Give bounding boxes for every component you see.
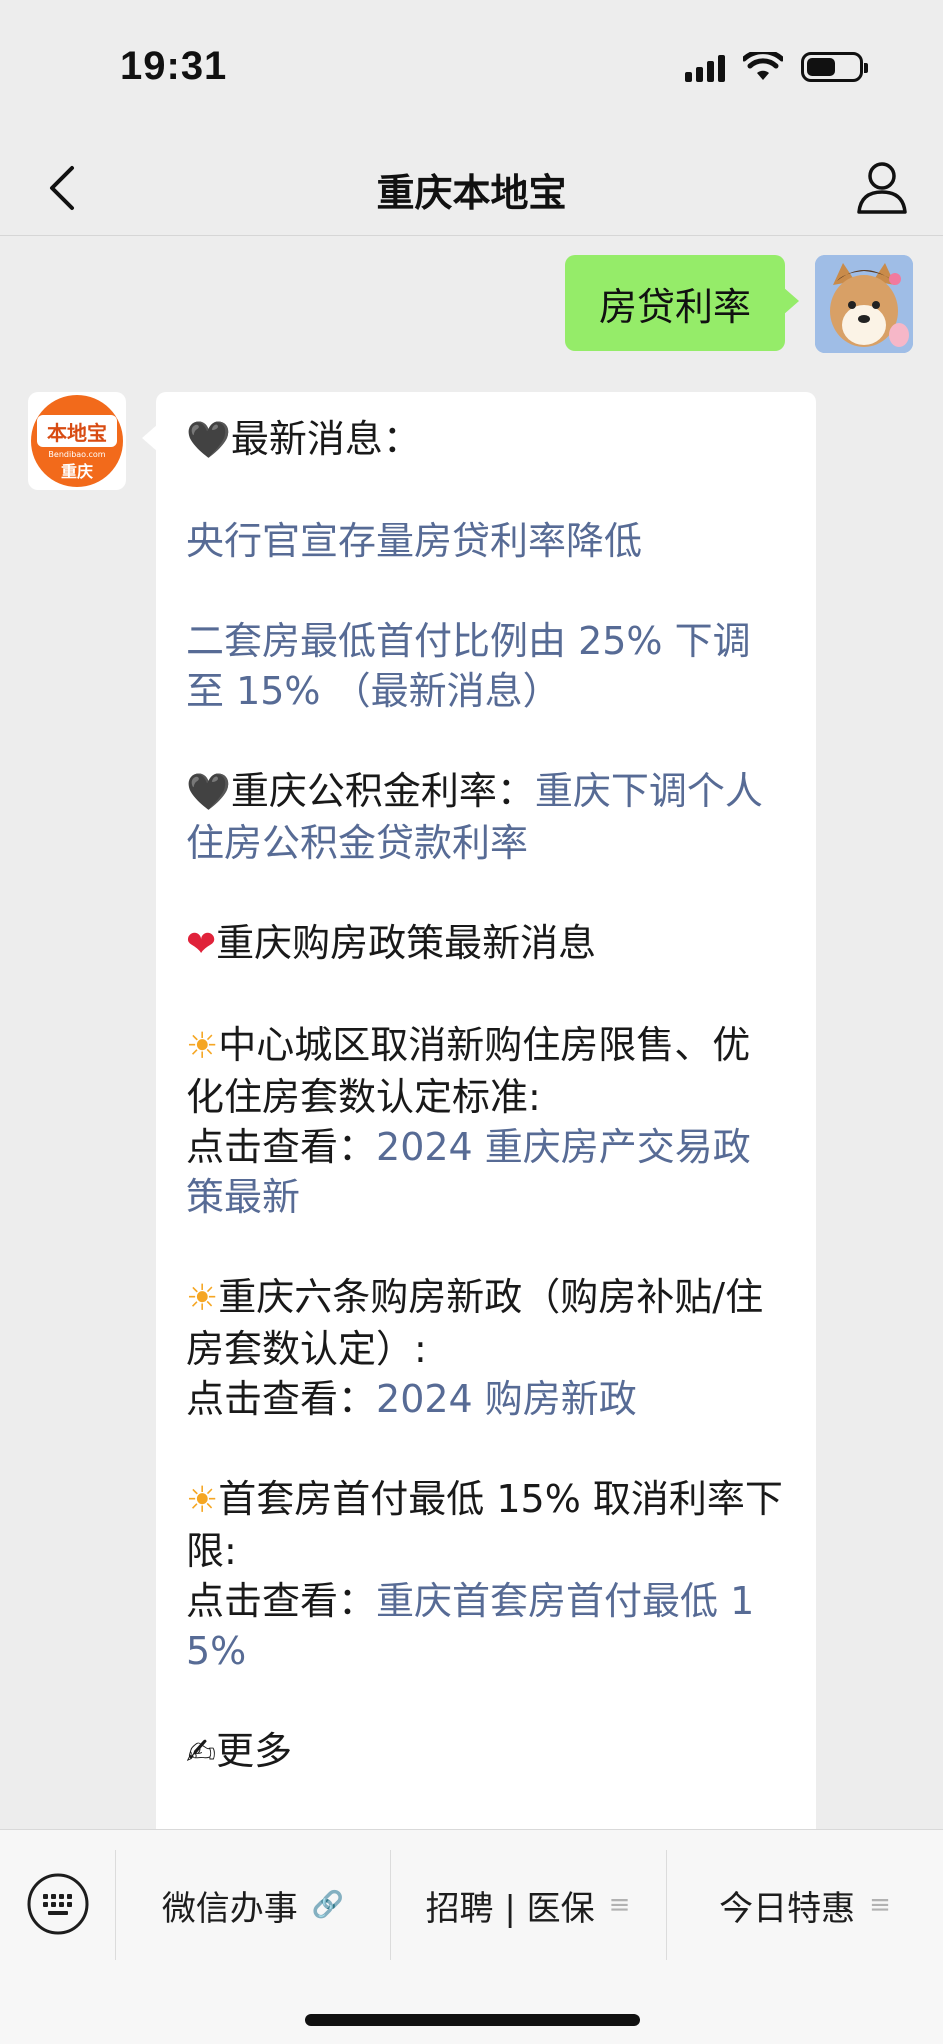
policy-item-1: ☀中心城区取消新购住房限售、优化住房套数认定标准: 点击查看：2024 重庆房产… <box>186 1023 751 1219</box>
submenu-icon: ≡ <box>608 1890 631 1920</box>
cellular-signal-icon <box>685 52 725 82</box>
policy-item-3: ☀首套房首付最低 15% 取消利率下限: 点击查看：重庆首套房首付最低 15% <box>186 1477 783 1673</box>
status-bar: 19:31 <box>0 0 943 140</box>
battery-icon <box>801 52 868 82</box>
shiba-dog-avatar-icon <box>815 255 913 353</box>
more-section: ✍更多 <box>186 1729 293 1773</box>
bottom-menu-bar: 微信办事 🔗 招聘 | 医保 ≡ 今日特惠 ≡ <box>0 1829 943 2044</box>
news-item-1: 央行官宣存量房贷利率降低 <box>186 516 786 566</box>
policy-heading: ❤重庆购房政策最新消息 <box>186 921 597 965</box>
link-2024-new-policy[interactable]: 2024 购房新政 <box>376 1377 637 1421</box>
writing-hand-icon: ✍ <box>186 1732 217 1773</box>
menu-wechat-services[interactable]: 微信办事 🔗 <box>116 1850 390 1960</box>
bendibao-logo-icon: 本地宝 Bendibao.com 重庆 <box>31 395 123 487</box>
svg-text:重庆: 重庆 <box>61 462 93 481</box>
policy-item-2: ☀重庆六条购房新政（购房补贴/住房套数认定）: 点击查看：2024 购房新政 <box>186 1275 764 1421</box>
nav-bar: 重庆本地宝 <box>0 140 943 236</box>
black-heart-icon: 🖤 <box>186 420 231 461</box>
link-icon: 🔗 <box>311 1890 345 1920</box>
provident-fund-section: 🖤重庆公积金利率：重庆下调个人住房公积金贷款利率 <box>186 769 763 865</box>
home-indicator[interactable] <box>305 2014 640 2026</box>
keyboard-toggle-icon[interactable] <box>26 1872 90 1936</box>
menu-daily-deals[interactable]: 今日特惠 ≡ <box>667 1850 943 1960</box>
link-second-home-downpayment[interactable]: 二套房最低首付比例由 25% 下调至 15% （最新消息） <box>186 619 751 713</box>
status-time: 19:31 <box>120 44 228 88</box>
sun-icon: ☀ <box>186 1026 219 1067</box>
sun-icon: ☀ <box>186 1480 219 1521</box>
status-icons <box>685 52 868 82</box>
svg-text:本地宝: 本地宝 <box>47 421 107 445</box>
link-central-bank-rate[interactable]: 央行官宣存量房贷利率降低 <box>186 519 642 563</box>
sun-icon: ☀ <box>186 1278 219 1319</box>
svg-text:Bendibao.com: Bendibao.com <box>48 450 105 459</box>
reply-bubble: 🖤最新消息： 央行官宣存量房贷利率降低 二套房最低首付比例由 25% 下调至 1… <box>142 392 816 1829</box>
wifi-icon <box>743 52 783 80</box>
chat-area[interactable]: 房贷利率 本地宝 Bendibao.com 重庆 🖤最新消息： 央行官宣存量房贷… <box>0 237 943 1829</box>
submenu-icon: ≡ <box>869 1890 891 1920</box>
latest-news-heading: 🖤最新消息： <box>186 417 421 461</box>
sent-message: 房贷利率 <box>564 255 913 353</box>
red-heart-icon: ❤ <box>186 924 217 965</box>
user-avatar[interactable] <box>815 255 913 353</box>
black-heart-icon: 🖤 <box>186 772 231 813</box>
bot-avatar[interactable]: 本地宝 Bendibao.com 重庆 <box>28 392 126 490</box>
profile-icon[interactable] <box>849 154 915 220</box>
news-item-2: 二套房最低首付比例由 25% 下调至 15% （最新消息） <box>186 616 786 716</box>
menu-jobs-insurance[interactable]: 招聘 | 医保 ≡ <box>391 1850 665 1960</box>
sent-bubble[interactable]: 房贷利率 <box>564 255 800 351</box>
page-title: 重庆本地宝 <box>376 171 567 215</box>
